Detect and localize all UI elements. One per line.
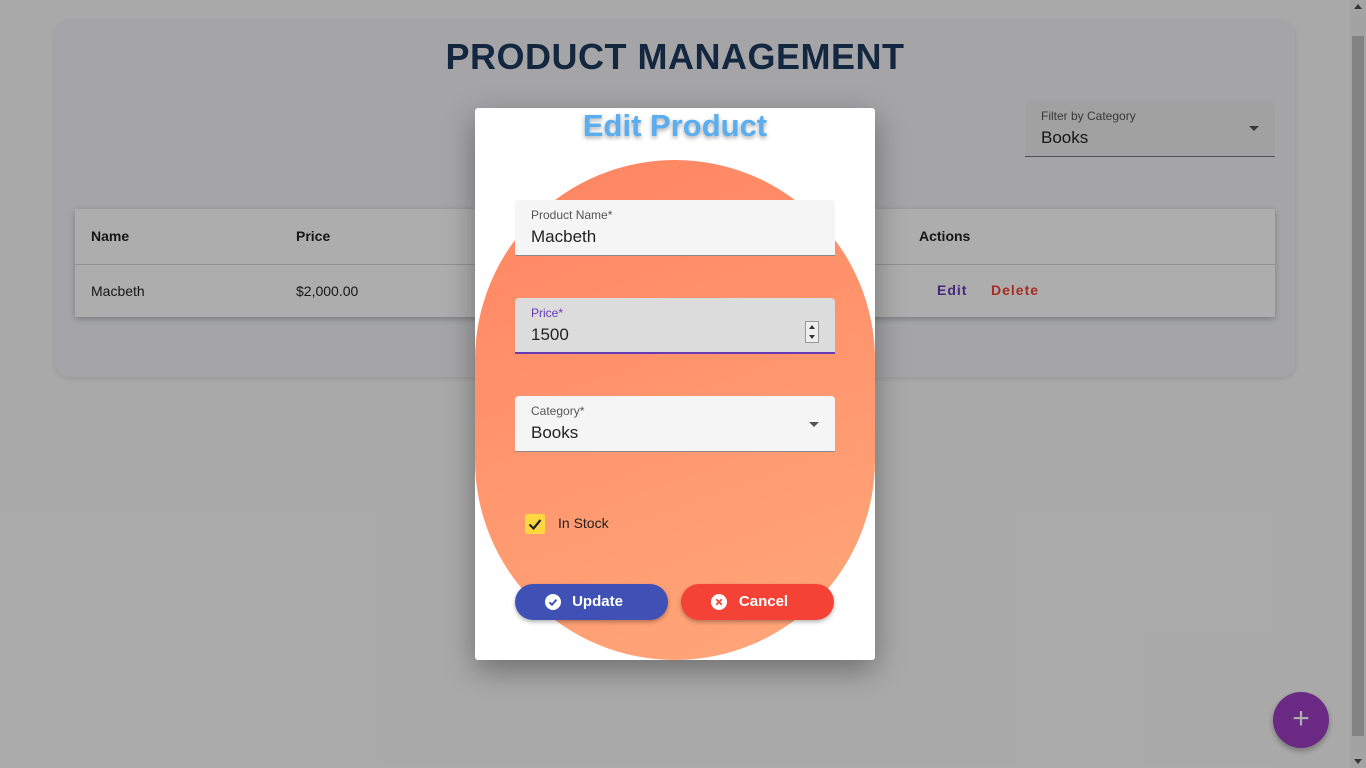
product-name-label: Product Name* [531,208,613,222]
decrement-icon[interactable] [809,335,815,339]
check-icon [528,519,542,531]
price-label: Price* [531,306,564,320]
in-stock-checkbox[interactable] [525,514,545,534]
update-button[interactable]: Update [515,584,668,620]
price-value[interactable]: 1500 [531,325,569,345]
update-label: Update [572,593,623,610]
price-stepper[interactable] [805,321,819,343]
cancel-button[interactable]: Cancel [681,584,834,620]
product-name-field[interactable]: Product Name* Macbeth [515,200,835,256]
dialog-title: Edit Product [582,108,768,143]
category-label: Category* [531,404,585,418]
product-name-value[interactable]: Macbeth [531,227,596,247]
in-stock-label[interactable]: In Stock [558,515,609,531]
increment-icon[interactable] [809,325,815,329]
price-field[interactable]: Price* 1500 [515,298,835,354]
cancel-label: Cancel [738,593,789,610]
category-select[interactable]: Category* Books [515,396,835,452]
category-value: Books [531,423,579,442]
chevron-down-icon [809,422,819,427]
edit-product-dialog: Edit Product Product Name* Macbeth Price… [475,108,875,660]
